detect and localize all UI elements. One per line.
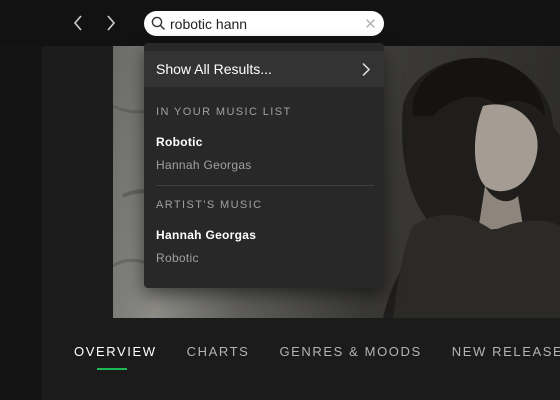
result-item[interactable]: Robotic Hannah Georgas [144,129,384,175]
close-icon[interactable] [365,18,376,29]
chevron-right-icon [107,15,116,31]
top-bar [0,0,560,46]
divider [156,185,374,186]
section-header-artists-music: ARTIST'S MUSIC [156,199,263,211]
app-window: OVERVIEW CHARTS GENRES & MOODS NEW RELEA… [0,0,560,400]
show-all-results-button[interactable]: Show All Results... [144,51,384,87]
magnifier-icon [151,16,166,31]
search-input[interactable] [170,13,360,34]
active-tab-indicator [97,368,127,370]
tab-new-releases[interactable]: NEW RELEASES [452,344,560,364]
back-button[interactable] [68,12,88,34]
result-title: Robotic [156,135,203,149]
left-sidebar-strip [0,46,42,400]
chevron-left-icon [73,15,82,31]
tab-bar: OVERVIEW CHARTS GENRES & MOODS NEW RELEA… [74,344,560,364]
chevron-right-icon [362,62,371,77]
result-item[interactable]: Hannah Georgas Robotic [144,222,384,268]
result-subtitle: Robotic [156,251,199,265]
search-box[interactable] [144,11,384,36]
section-header-music-list: IN YOUR MUSIC LIST [156,106,292,118]
show-all-results-label: Show All Results... [156,61,272,77]
tab-genres-moods[interactable]: GENRES & MOODS [279,344,421,364]
result-subtitle: Hannah Georgas [156,158,252,172]
search-suggestions-dropdown: Show All Results... IN YOUR MUSIC LIST R… [144,43,384,288]
tab-overview[interactable]: OVERVIEW [74,344,157,364]
result-title: Hannah Georgas [156,228,257,242]
tab-charts[interactable]: CHARTS [187,344,250,364]
forward-button[interactable] [101,12,121,34]
